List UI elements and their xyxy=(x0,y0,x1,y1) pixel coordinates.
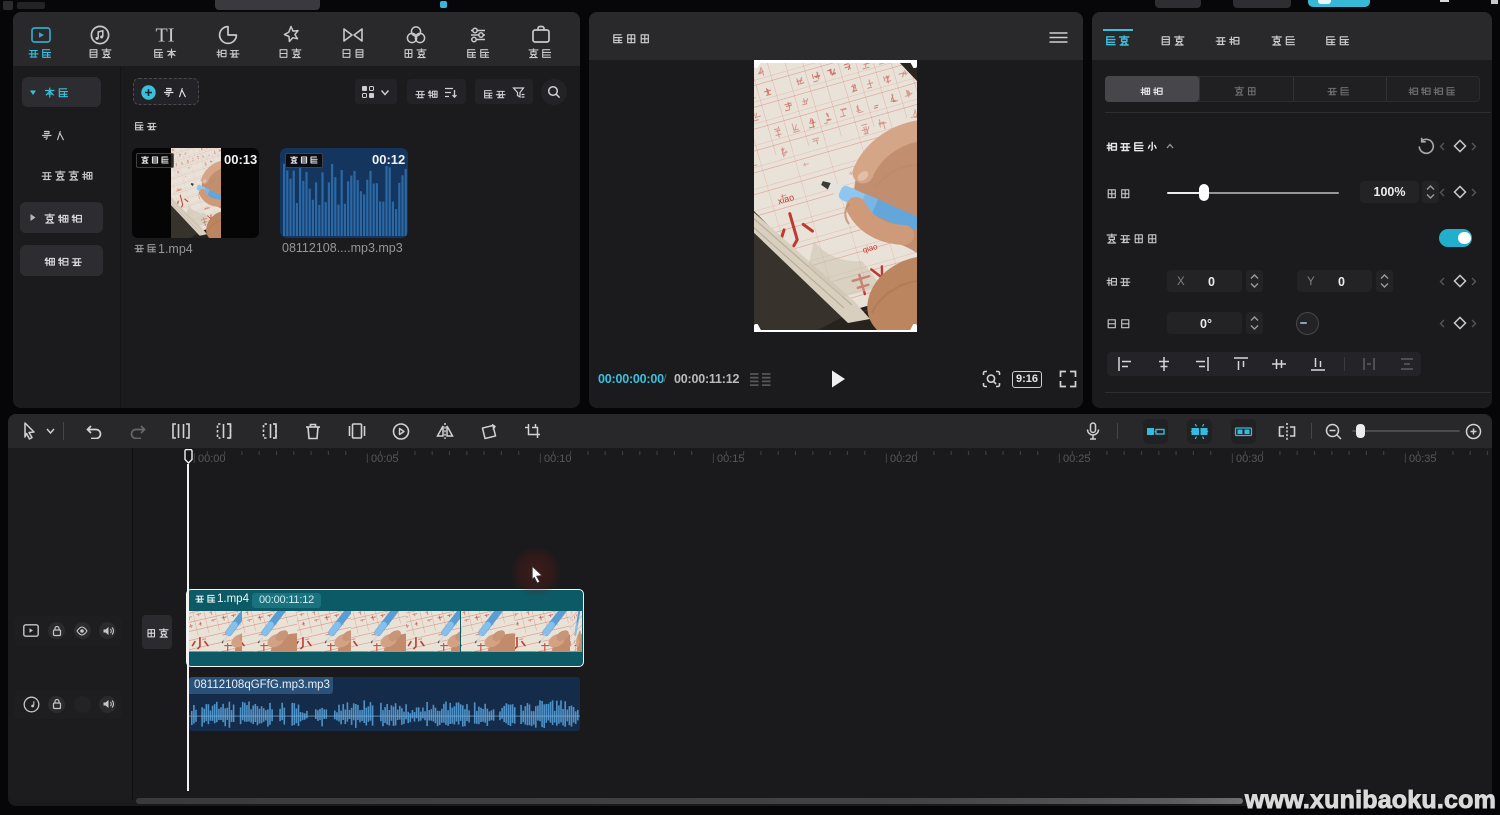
svg-text:TI: TI xyxy=(156,25,175,47)
